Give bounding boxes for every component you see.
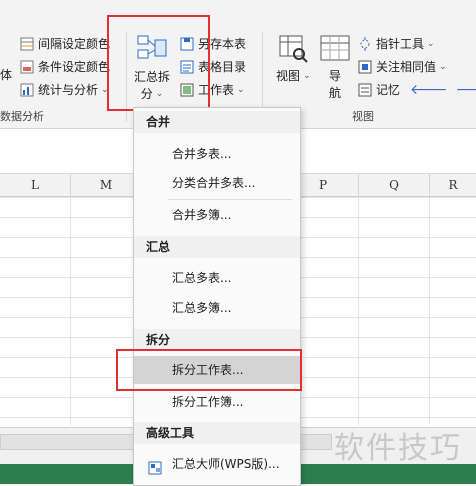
column-header-r[interactable]: R: [430, 174, 476, 196]
grid-line: [70, 197, 71, 425]
interval-color-label: 间隔设定颜色: [38, 37, 111, 51]
focus-same-button[interactable]: 关注相同值 ⌄: [358, 58, 447, 75]
chevron-down-icon: ⌄: [237, 84, 245, 95]
menu-section-advanced: 高级工具: [134, 422, 300, 444]
interval-color-button[interactable]: 间隔设定颜色: [20, 35, 110, 52]
grid-line: [358, 197, 359, 425]
chevron-down-icon: ⌄: [303, 70, 311, 81]
condition-color-label: 条件设定颜色: [38, 60, 111, 74]
data-analysis-group-label: 数据分析: [0, 110, 44, 123]
menu-item-merge-sheets[interactable]: 合并多表...: [134, 140, 300, 168]
memo-label: 记忆: [376, 83, 401, 97]
pointer-tool-icon: [358, 36, 372, 51]
memo-icon: [358, 83, 372, 97]
condition-color-button[interactable]: 条件设定颜色: [20, 58, 110, 75]
view-icon: [278, 34, 308, 67]
navigation-icon: [320, 34, 350, 67]
view-button[interactable]: 视图 ⌄: [276, 34, 311, 84]
arrow-right-icon[interactable]: 🡒: [456, 81, 476, 98]
arrow-left-icon[interactable]: 🡐: [410, 81, 448, 98]
menu-section-split: 拆分: [134, 329, 300, 351]
highlight-split-sheet: [116, 349, 302, 391]
menu-item-summary-books[interactable]: 汇总多簿...: [134, 294, 300, 322]
stats-icon: [20, 83, 34, 97]
column-header-l[interactable]: L: [0, 174, 71, 196]
ribbon-partial-label: 体: [0, 68, 13, 82]
view-label: 视图: [276, 69, 301, 83]
grid-color-icon: [20, 37, 34, 51]
view-label-row: 视图 ⌄: [276, 67, 311, 84]
menu-item-category-merge[interactable]: 分类合并多表...: [134, 169, 300, 197]
focus-same-label: 关注相同值: [376, 60, 437, 74]
chevron-down-icon: ⌄: [427, 38, 435, 49]
menu-item-summary-sheets[interactable]: 汇总多表...: [134, 264, 300, 292]
navigation-button[interactable]: 导 航: [320, 34, 350, 101]
menu-item-summary-master[interactable]: 汇总大师(WPS版)...: [134, 450, 300, 478]
summary-master-icon: [148, 457, 162, 485]
navigation-label-1: 导: [328, 69, 341, 83]
pointer-tool-label: 指针工具: [376, 37, 425, 51]
focus-icon: [358, 60, 372, 74]
column-header-q[interactable]: Q: [359, 174, 430, 196]
menu-item-split-book[interactable]: 拆分工作簿...: [134, 388, 300, 416]
stats-analysis-button[interactable]: 统计与分析 ⌄: [20, 81, 109, 98]
view-group-label: 视图: [352, 110, 374, 123]
condition-color-icon: [20, 60, 34, 74]
column-header-m[interactable]: M: [71, 174, 142, 196]
watermark: 软件技巧: [334, 431, 462, 466]
chevron-down-icon: ⌄: [439, 61, 447, 72]
summary-master-label: 汇总大师(WPS版)...: [172, 457, 280, 471]
merge-split-menu: 合并 合并多表... 分类合并多表... 合并多簿... 汇总 汇总多表... …: [133, 107, 301, 486]
pointer-tool-button[interactable]: 指针工具 ⌄: [358, 35, 435, 52]
menu-section-summary: 汇总: [134, 236, 300, 258]
memo-button[interactable]: 记忆 🡐 🡒: [358, 81, 476, 98]
menu-section-merge: 合并: [134, 111, 300, 133]
highlight-merge-split: [107, 15, 210, 111]
stats-analysis-label: 统计与分析: [38, 83, 99, 97]
grid-line: [429, 197, 430, 425]
navigation-label-2: 航: [328, 86, 341, 100]
menu-divider: [168, 199, 292, 200]
menu-item-merge-books[interactable]: 合并多簿...: [134, 201, 300, 229]
